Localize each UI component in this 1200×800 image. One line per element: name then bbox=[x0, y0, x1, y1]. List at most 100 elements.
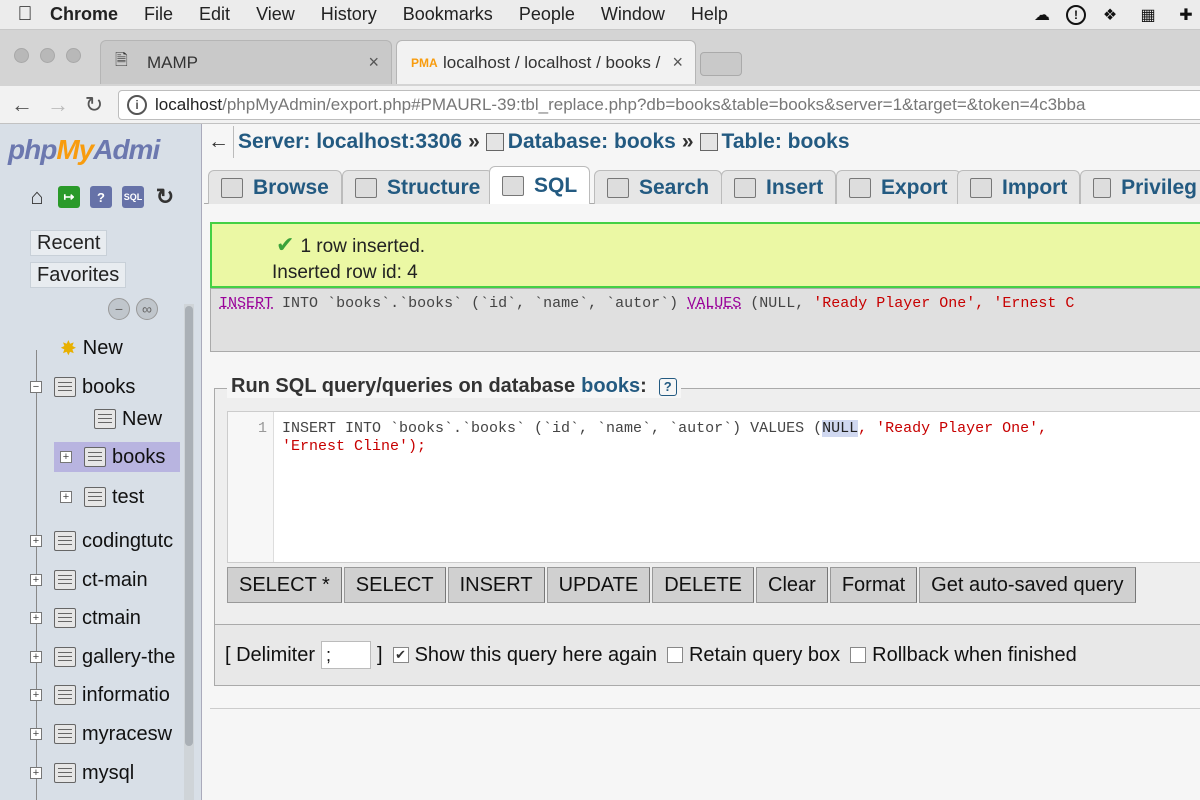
tree-item-db[interactable]: + informatio bbox=[30, 680, 170, 710]
insert-button[interactable]: INSERT bbox=[447, 567, 545, 603]
sql-doc-icon[interactable]: SQL bbox=[122, 186, 144, 208]
tree-item-new-db[interactable]: ✸ New bbox=[60, 333, 123, 363]
update-button[interactable]: UPDATE bbox=[546, 567, 651, 603]
tree-item-db[interactable]: + codingtutc bbox=[30, 526, 173, 556]
expand-icon[interactable]: + bbox=[60, 451, 72, 463]
reload-nav-icon[interactable]: ↻ bbox=[154, 184, 176, 209]
get-auto-saved-query-button[interactable]: Get auto-saved query bbox=[919, 567, 1136, 603]
sql-keyword[interactable]: VALUES bbox=[687, 295, 741, 312]
collapse-icon[interactable]: − bbox=[30, 381, 42, 393]
database-icon bbox=[54, 608, 76, 628]
tab-sql[interactable]: SQL bbox=[489, 166, 591, 204]
menu-file[interactable]: File bbox=[144, 4, 173, 25]
sql-editor[interactable]: 1 INSERT INTO `books`.`books` (`id`, `na… bbox=[227, 411, 1200, 563]
info-circle-icon[interactable]: ! bbox=[1066, 5, 1086, 25]
zoom-window-dot[interactable] bbox=[66, 48, 81, 63]
tree-item-db[interactable]: + gallery-the bbox=[30, 642, 175, 672]
expand-icon[interactable]: + bbox=[30, 574, 42, 586]
address-bar[interactable]: i localhost/phpMyAdmin/export.php#PMAURL… bbox=[118, 90, 1200, 120]
menu-bookmarks[interactable]: Bookmarks bbox=[403, 4, 493, 25]
tree-item-table-test[interactable]: + test bbox=[60, 482, 144, 512]
back-arrow-icon[interactable]: ← bbox=[4, 92, 40, 118]
menu-window[interactable]: Window bbox=[601, 4, 665, 25]
format-button[interactable]: Format bbox=[829, 567, 918, 603]
expand-icon[interactable]: + bbox=[60, 491, 72, 503]
site-info-icon[interactable]: i bbox=[127, 95, 147, 115]
breadcrumb-server[interactable]: Server: localhost:3306 bbox=[238, 130, 462, 154]
clipboard-icon[interactable]: ▦ bbox=[1134, 4, 1162, 26]
tab-phpmyadmin[interactable]: PMA localhost / localhost / books / l × bbox=[396, 40, 696, 84]
breadcrumb-database[interactable]: Database: books bbox=[508, 130, 676, 154]
select-button[interactable]: SELECT bbox=[343, 567, 446, 603]
link-icon[interactable]: ∞ bbox=[136, 298, 158, 320]
phpmyadmin-logo[interactable]: phpMyAdmi bbox=[8, 134, 160, 166]
help-icon[interactable]: ? bbox=[90, 186, 112, 208]
expand-icon[interactable]: + bbox=[30, 535, 42, 547]
tab-structure[interactable]: Structure bbox=[342, 170, 494, 204]
new-tab-button[interactable] bbox=[700, 52, 742, 76]
puzzle-icon[interactable]: ✚ bbox=[1172, 4, 1200, 26]
expand-icon[interactable]: + bbox=[30, 767, 42, 779]
reload-icon[interactable]: ↻ bbox=[76, 92, 112, 118]
tree-item-db[interactable]: + ctmain bbox=[30, 603, 141, 633]
tab-import[interactable]: Import bbox=[957, 170, 1081, 204]
show-query-label[interactable]: Show this query here again bbox=[415, 644, 657, 667]
menu-history[interactable]: History bbox=[321, 4, 377, 25]
menu-view[interactable]: View bbox=[256, 4, 295, 25]
expand-icon[interactable]: + bbox=[30, 651, 42, 663]
scroll-thumb[interactable] bbox=[185, 306, 193, 746]
tab-insert[interactable]: Insert bbox=[721, 170, 837, 204]
retain-query-checkbox[interactable] bbox=[666, 647, 683, 663]
menu-people[interactable]: People bbox=[519, 4, 575, 25]
menu-app[interactable]: Chrome bbox=[50, 4, 118, 25]
close-tab-icon[interactable]: × bbox=[672, 52, 683, 73]
breadcrumb: ← Server: localhost:3306 » Database: boo… bbox=[204, 126, 1200, 158]
expand-icon[interactable]: + bbox=[30, 728, 42, 740]
show-query-checkbox[interactable]: ✔ bbox=[392, 647, 409, 663]
nav-scrollbar[interactable] bbox=[184, 304, 194, 800]
close-window-dot[interactable] bbox=[14, 48, 29, 63]
cloud-icon[interactable]: ☁ bbox=[1028, 4, 1056, 26]
legend-db-link[interactable]: books bbox=[581, 375, 640, 398]
url-host: localhost bbox=[155, 95, 223, 114]
close-tab-icon[interactable]: × bbox=[368, 52, 379, 73]
delete-button[interactable]: DELETE bbox=[652, 567, 755, 603]
collapse-nav-arrow-icon[interactable]: ← bbox=[204, 126, 234, 158]
expand-icon[interactable]: + bbox=[30, 612, 42, 624]
menu-help[interactable]: Help bbox=[691, 4, 728, 25]
tree-item-db[interactable]: + mysql bbox=[30, 758, 134, 788]
tree-item-new-table[interactable]: New bbox=[94, 404, 162, 434]
tab-browse[interactable]: Browse bbox=[208, 170, 342, 204]
expand-icon[interactable]: + bbox=[30, 689, 42, 701]
tree-item-table-books[interactable]: + books bbox=[54, 442, 180, 472]
tab-export[interactable]: Export bbox=[836, 170, 961, 204]
clear-button[interactable]: Clear bbox=[756, 567, 828, 603]
exit-icon[interactable]: ↦ bbox=[58, 186, 80, 208]
select-all-button[interactable]: SELECT * bbox=[227, 567, 342, 603]
collapse-all-icon[interactable]: − bbox=[108, 298, 130, 320]
dropbox-icon[interactable]: ❖ bbox=[1096, 4, 1124, 26]
delimiter-input[interactable]: ; bbox=[321, 641, 372, 669]
recent-tables-button[interactable]: Recent bbox=[30, 230, 108, 256]
tree-item-db[interactable]: + myracesw bbox=[30, 719, 172, 749]
forward-arrow-icon[interactable]: → bbox=[40, 92, 76, 118]
help-icon[interactable]: ? bbox=[658, 377, 677, 396]
menu-edit[interactable]: Edit bbox=[199, 4, 230, 25]
breadcrumb-table[interactable]: Table: books bbox=[722, 130, 850, 154]
home-icon[interactable]: ⌂ bbox=[26, 184, 48, 209]
tab-search[interactable]: Search bbox=[594, 170, 723, 204]
rollback-label[interactable]: Rollback when finished bbox=[872, 644, 1077, 667]
favorite-tables-button[interactable]: Favorites bbox=[30, 262, 127, 288]
tree-item-db-books[interactable]: − books bbox=[30, 372, 135, 402]
success-message: ✔ 1 row inserted. Inserted row id: 4 bbox=[210, 222, 1200, 288]
retain-query-label[interactable]: Retain query box bbox=[689, 644, 840, 667]
tab-mamp[interactable]: 🗎 MAMP × bbox=[100, 40, 392, 84]
sql-editor-code[interactable]: INSERT INTO `books`.`books` (`id`, `name… bbox=[282, 420, 1047, 456]
minimize-window-dot[interactable] bbox=[40, 48, 55, 63]
sql-keyword[interactable]: INSERT bbox=[219, 295, 273, 312]
database-icon bbox=[54, 570, 76, 590]
tree-item-db[interactable]: + ct-main bbox=[30, 565, 148, 595]
rollback-checkbox[interactable] bbox=[850, 647, 867, 663]
tab-privileges[interactable]: Privileg bbox=[1080, 170, 1200, 204]
apple-icon[interactable]:  bbox=[0, 3, 50, 26]
